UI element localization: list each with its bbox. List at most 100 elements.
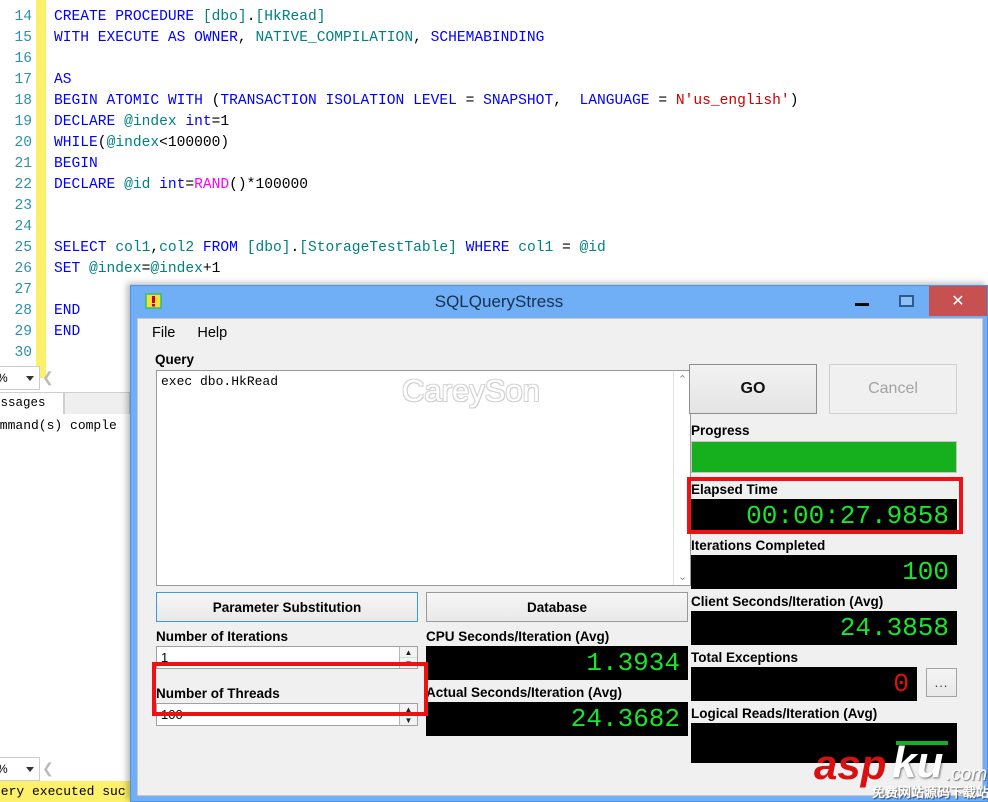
progress-bar-fill	[692, 442, 956, 472]
code-token: RAND	[194, 177, 230, 193]
code-token: SNAPSHOT	[483, 93, 554, 109]
stepper-up-icon[interactable]: ▲	[400, 647, 417, 658]
code-token: =	[185, 177, 195, 193]
stepper-up-icon[interactable]: ▲	[400, 704, 417, 715]
line-number: 15	[14, 30, 32, 46]
code-token: [StorageTestTable]	[299, 240, 466, 256]
iterations-completed-label: Iterations Completed	[691, 538, 826, 553]
code-token: int	[185, 114, 212, 130]
code-token: END	[54, 303, 81, 319]
results-zoom-value: %	[0, 762, 8, 776]
line-number: 29	[14, 324, 32, 340]
total-exceptions-value: 0	[893, 669, 909, 699]
maximize-button[interactable]	[884, 286, 929, 316]
code-token: =	[465, 93, 484, 109]
line-number: 16	[14, 51, 32, 67]
code-token: @id	[124, 177, 160, 193]
code-token: (	[97, 135, 107, 151]
minimize-button[interactable]	[839, 286, 884, 316]
code-line: 14 CREATE PROCEDURE [dbo].[HkRead]	[0, 7, 988, 28]
sqlquerystress-window: SQLQueryStress ✕ File Help Query exec db…	[130, 285, 988, 802]
close-button[interactable]: ✕	[929, 286, 987, 316]
code-token: BEGIN	[54, 156, 98, 172]
code-token: CREATE PROCEDURE	[54, 9, 203, 25]
code-token: DECLARE	[54, 177, 125, 193]
exceptions-details-button[interactable]: ...	[926, 668, 957, 697]
code-token: SELECT	[54, 240, 116, 256]
chevron-down-icon	[26, 376, 34, 381]
logical-reads-label: Logical Reads/Iteration (Avg)	[691, 706, 878, 721]
line-number: 27	[14, 282, 32, 298]
threads-value: 100	[161, 707, 183, 722]
line-number: 18	[14, 93, 32, 109]
code-token: FROM	[202, 240, 247, 256]
code-line: 21 BEGIN	[0, 154, 988, 175]
code-token: BEGIN ATOMIC WITH	[54, 93, 212, 109]
tab-messages[interactable]: essages	[0, 392, 64, 414]
code-token: @id	[579, 240, 606, 256]
iterations-label: Number of Iterations	[156, 629, 289, 644]
line-number: 23	[14, 198, 32, 214]
code-line: 23	[0, 196, 988, 217]
code-token: @index	[106, 135, 160, 151]
line-number: 20	[14, 135, 32, 151]
code-token: END	[54, 324, 81, 340]
elapsed-time-box: 00:00:27.9858	[691, 499, 957, 533]
progress-label: Progress	[691, 423, 750, 438]
scroll-down-icon[interactable]: ⌄	[674, 568, 691, 585]
code-line: 13	[0, 0, 988, 7]
cpu-seconds-label: CPU Seconds/Iteration (Avg)	[426, 629, 610, 644]
code-token: SCHEMABINDING	[430, 30, 545, 46]
iterations-stepper[interactable]: ▲ ▼	[399, 647, 417, 668]
code-token: NATIVE_COMPILATION	[255, 30, 414, 46]
threads-stepper[interactable]: ▲ ▼	[399, 704, 417, 725]
code-token: =1	[211, 114, 230, 130]
code-line: 20 WHILE(@index<100000)	[0, 133, 988, 154]
cancel-button: Cancel	[829, 364, 957, 414]
results-message-text: ommand(s) comple	[0, 418, 117, 433]
line-number: 13	[0, 0, 32, 7]
warning-app-icon	[145, 292, 163, 310]
code-token: col2	[159, 240, 203, 256]
window-title-bar[interactable]: SQLQueryStress ✕	[131, 286, 987, 318]
editor-zoom-combo[interactable]: %	[0, 366, 40, 390]
query-scrollbar[interactable]: ⌃ ⌄	[673, 371, 690, 585]
code-token: DECLARE	[54, 114, 125, 130]
ssms-status-text: uery executed suc	[0, 784, 126, 799]
elapsed-time-value: 00:00:27.9858	[746, 501, 949, 531]
iterations-input[interactable]: 1 ▲ ▼	[156, 646, 418, 669]
editor-nav-back-icon[interactable]: ❮	[42, 369, 54, 386]
parameter-substitution-button[interactable]: Parameter Substitution	[156, 592, 418, 622]
code-token: @index	[150, 261, 203, 277]
database-button[interactable]: Database	[426, 592, 688, 622]
code-token: TRANSACTION ISOLATION LEVEL	[220, 93, 466, 109]
menu-item-file[interactable]: File	[152, 325, 175, 341]
code-line: 26 SET @index=@index+1	[0, 259, 988, 280]
stepper-down-icon[interactable]: ▼	[400, 658, 417, 668]
line-number: 25	[14, 240, 32, 256]
cpu-seconds-value: 1.3934	[586, 648, 680, 678]
line-number: 19	[14, 114, 32, 130]
stepper-down-icon[interactable]: ▼	[400, 715, 417, 725]
code-token: ()*100000	[229, 177, 308, 193]
results-nav-back-icon[interactable]: ❮	[42, 760, 54, 777]
chevron-down-icon	[26, 767, 34, 772]
window-controls: ✕	[839, 286, 987, 316]
window-body: File Help Query exec dbo.HkRead CareySon…	[137, 318, 983, 796]
code-token: [dbo]	[246, 240, 291, 256]
iterations-value: 1	[161, 650, 169, 665]
go-button[interactable]: GO	[689, 364, 817, 414]
menu-item-help[interactable]: Help	[197, 325, 227, 341]
cpu-seconds-box: 1.3934	[426, 646, 688, 680]
code-token: .	[290, 240, 300, 256]
editor-zoom-value: %	[0, 371, 8, 385]
total-exceptions-box: 0	[691, 667, 917, 701]
code-line: 25 SELECT col1,col2 FROM [dbo].[StorageTe…	[0, 238, 988, 259]
threads-input[interactable]: 100 ▲ ▼	[156, 703, 418, 726]
code-token: col1	[518, 240, 563, 256]
code-token: col1	[115, 240, 151, 256]
query-input[interactable]: exec dbo.HkRead CareySon ⌃ ⌄	[156, 370, 691, 586]
code-line: 24	[0, 217, 988, 238]
code-token: ,	[237, 30, 256, 46]
results-zoom-combo[interactable]: %	[0, 757, 40, 781]
